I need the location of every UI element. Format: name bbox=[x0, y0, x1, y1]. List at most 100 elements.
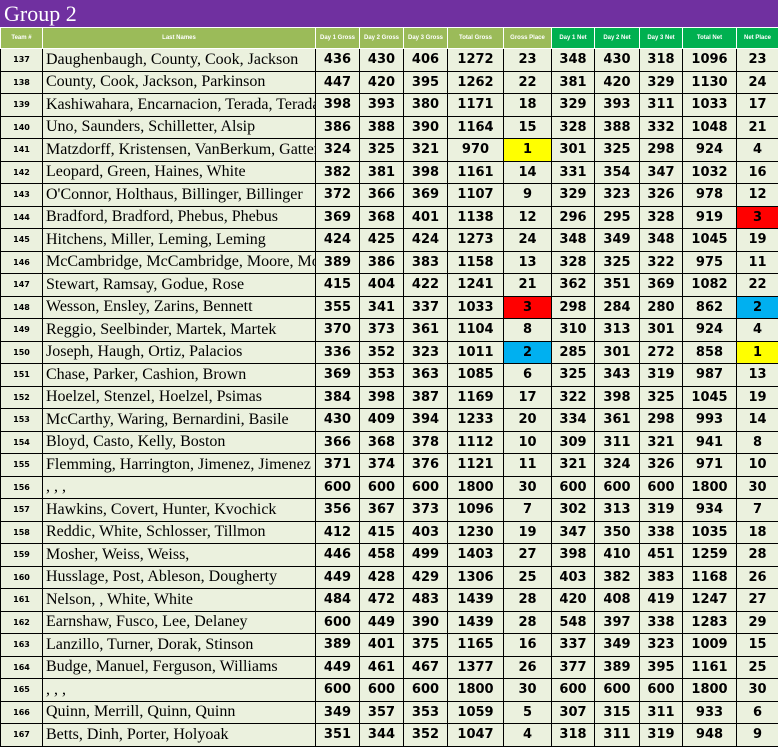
gross-place-cell[interactable]: 11 bbox=[503, 453, 552, 477]
net-place-cell[interactable]: 23 bbox=[736, 48, 778, 72]
day2-net-cell[interactable]: 324 bbox=[594, 453, 640, 477]
last-names-cell[interactable]: McCarthy, Waring, Bernardini, Basile bbox=[42, 408, 316, 432]
gross-place-cell[interactable]: 17 bbox=[503, 385, 552, 409]
team-cell[interactable]: 159 bbox=[0, 543, 43, 567]
day3-net-cell[interactable]: 600 bbox=[639, 475, 683, 499]
total-net-cell[interactable]: 919 bbox=[682, 205, 737, 229]
total-net-cell[interactable]: 1009 bbox=[682, 633, 737, 657]
gross-place-cell[interactable]: 6 bbox=[503, 363, 552, 387]
day1-net-cell[interactable]: 403 bbox=[551, 565, 595, 589]
day3-gross-cell[interactable]: 380 bbox=[403, 93, 448, 117]
day1-net-cell[interactable]: 301 bbox=[551, 138, 595, 162]
net-place-cell[interactable]: 18 bbox=[736, 520, 778, 544]
day1-net-cell[interactable]: 302 bbox=[551, 498, 595, 522]
day2-net-cell[interactable]: 420 bbox=[594, 70, 640, 94]
total-net-cell[interactable]: 975 bbox=[682, 250, 737, 274]
day1-net-cell[interactable]: 329 bbox=[551, 183, 595, 207]
total-gross-cell[interactable]: 1011 bbox=[447, 340, 504, 364]
day3-gross-cell[interactable]: 395 bbox=[403, 70, 448, 94]
day3-net-cell[interactable]: 298 bbox=[639, 138, 683, 162]
day2-net-cell[interactable]: 315 bbox=[594, 700, 640, 724]
total-net-cell[interactable]: 1035 bbox=[682, 520, 737, 544]
day3-net-cell[interactable]: 319 bbox=[639, 363, 683, 387]
day3-gross-cell[interactable]: 363 bbox=[403, 363, 448, 387]
header-day2-net[interactable]: Day 2 Net bbox=[594, 27, 640, 49]
day1-net-cell[interactable]: 600 bbox=[551, 475, 595, 499]
day2-net-cell[interactable]: 361 bbox=[594, 408, 640, 432]
day1-net-cell[interactable]: 328 bbox=[551, 250, 595, 274]
day2-net-cell[interactable]: 410 bbox=[594, 543, 640, 567]
day1-gross-cell[interactable]: 446 bbox=[315, 543, 360, 567]
team-cell[interactable]: 141 bbox=[0, 138, 43, 162]
day3-gross-cell[interactable]: 424 bbox=[403, 228, 448, 252]
day3-net-cell[interactable]: 329 bbox=[639, 70, 683, 94]
day3-gross-cell[interactable]: 369 bbox=[403, 183, 448, 207]
day3-gross-cell[interactable]: 383 bbox=[403, 250, 448, 274]
gross-place-cell[interactable]: 22 bbox=[503, 70, 552, 94]
team-cell[interactable]: 161 bbox=[0, 588, 43, 612]
net-place-cell[interactable]: 12 bbox=[736, 183, 778, 207]
total-gross-cell[interactable]: 1164 bbox=[447, 115, 504, 139]
day3-gross-cell[interactable]: 394 bbox=[403, 408, 448, 432]
day1-net-cell[interactable]: 285 bbox=[551, 340, 595, 364]
day2-gross-cell[interactable]: 357 bbox=[359, 700, 404, 724]
total-gross-cell[interactable]: 1165 bbox=[447, 633, 504, 657]
day3-net-cell[interactable]: 419 bbox=[639, 588, 683, 612]
day3-gross-cell[interactable]: 387 bbox=[403, 385, 448, 409]
day2-gross-cell[interactable]: 366 bbox=[359, 183, 404, 207]
team-cell[interactable]: 152 bbox=[0, 385, 43, 409]
day3-net-cell[interactable]: 347 bbox=[639, 160, 683, 184]
team-cell[interactable]: 140 bbox=[0, 115, 43, 139]
gross-place-cell[interactable]: 25 bbox=[503, 565, 552, 589]
gross-place-cell[interactable]: 30 bbox=[503, 678, 552, 702]
day2-net-cell[interactable]: 323 bbox=[594, 183, 640, 207]
total-net-cell[interactable]: 924 bbox=[682, 138, 737, 162]
day2-net-cell[interactable]: 349 bbox=[594, 228, 640, 252]
day2-gross-cell[interactable]: 430 bbox=[359, 48, 404, 72]
day1-gross-cell[interactable]: 372 bbox=[315, 183, 360, 207]
total-net-cell[interactable]: 1045 bbox=[682, 385, 737, 409]
day1-net-cell[interactable]: 334 bbox=[551, 408, 595, 432]
day1-gross-cell[interactable]: 449 bbox=[315, 565, 360, 589]
net-place-cell[interactable]: 2 bbox=[736, 295, 778, 319]
total-net-cell[interactable]: 978 bbox=[682, 183, 737, 207]
day1-net-cell[interactable]: 398 bbox=[551, 543, 595, 567]
total-net-cell[interactable]: 948 bbox=[682, 723, 737, 747]
day1-net-cell[interactable]: 420 bbox=[551, 588, 595, 612]
day3-gross-cell[interactable]: 467 bbox=[403, 655, 448, 679]
day2-net-cell[interactable]: 350 bbox=[594, 520, 640, 544]
total-net-cell[interactable]: 1130 bbox=[682, 70, 737, 94]
total-gross-cell[interactable]: 1439 bbox=[447, 610, 504, 634]
day2-gross-cell[interactable]: 393 bbox=[359, 93, 404, 117]
gross-place-cell[interactable]: 5 bbox=[503, 700, 552, 724]
day1-gross-cell[interactable]: 600 bbox=[315, 610, 360, 634]
day2-gross-cell[interactable]: 373 bbox=[359, 318, 404, 342]
day1-net-cell[interactable]: 348 bbox=[551, 48, 595, 72]
day1-net-cell[interactable]: 362 bbox=[551, 273, 595, 297]
day1-net-cell[interactable]: 347 bbox=[551, 520, 595, 544]
net-place-cell[interactable]: 4 bbox=[736, 138, 778, 162]
total-gross-cell[interactable]: 1233 bbox=[447, 408, 504, 432]
day3-gross-cell[interactable]: 361 bbox=[403, 318, 448, 342]
header-day1-net[interactable]: Day 1 Net bbox=[551, 27, 595, 49]
day2-gross-cell[interactable]: 388 bbox=[359, 115, 404, 139]
gross-place-cell[interactable]: 16 bbox=[503, 633, 552, 657]
net-place-cell[interactable]: 19 bbox=[736, 228, 778, 252]
gross-place-cell[interactable]: 15 bbox=[503, 115, 552, 139]
last-names-cell[interactable]: McCambridge, McCambridge, Moore, Moore bbox=[42, 250, 316, 274]
gross-place-cell[interactable]: 23 bbox=[503, 48, 552, 72]
day3-net-cell[interactable]: 272 bbox=[639, 340, 683, 364]
gross-place-cell[interactable]: 10 bbox=[503, 430, 552, 454]
last-names-cell[interactable]: Betts, Dinh, Porter, Holyoak bbox=[42, 723, 316, 747]
day1-net-cell[interactable]: 381 bbox=[551, 70, 595, 94]
day2-gross-cell[interactable]: 344 bbox=[359, 723, 404, 747]
day3-net-cell[interactable]: 348 bbox=[639, 228, 683, 252]
team-cell[interactable]: 162 bbox=[0, 610, 43, 634]
last-names-cell[interactable]: , , , bbox=[42, 678, 316, 702]
day3-net-cell[interactable]: 600 bbox=[639, 678, 683, 702]
day3-gross-cell[interactable]: 398 bbox=[403, 160, 448, 184]
day2-net-cell[interactable]: 325 bbox=[594, 138, 640, 162]
day1-net-cell[interactable]: 348 bbox=[551, 228, 595, 252]
day2-net-cell[interactable]: 600 bbox=[594, 475, 640, 499]
day3-net-cell[interactable]: 369 bbox=[639, 273, 683, 297]
